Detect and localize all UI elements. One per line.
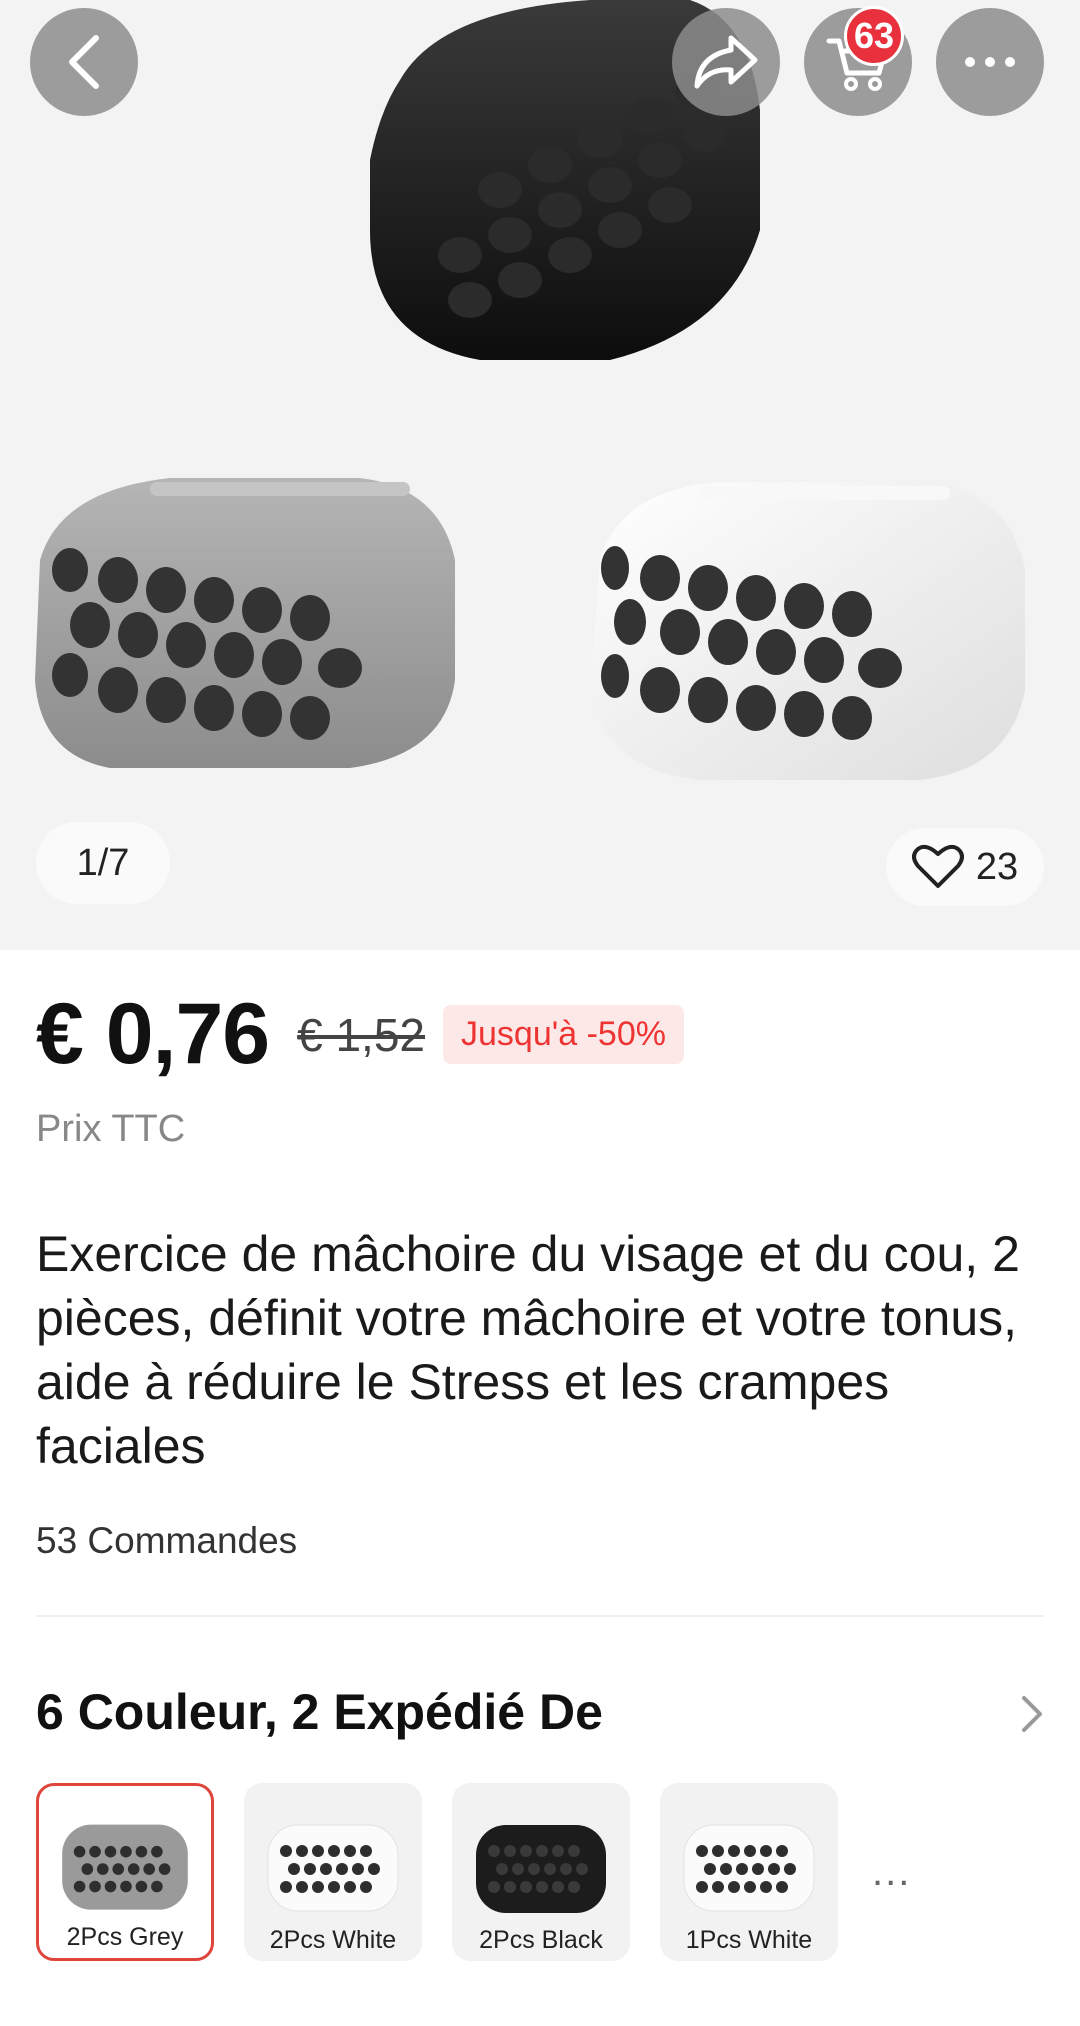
- product-image-gallery[interactable]: 63 1/7 23: [0, 0, 1080, 950]
- product-title: Exercice de mâchoire du visage et du cou…: [36, 1226, 1020, 1474]
- white-jaw-exerciser: [590, 482, 1025, 780]
- current-price: € 0,76: [36, 986, 270, 1082]
- wishlist-button[interactable]: 23: [886, 828, 1044, 906]
- heart-icon: [911, 844, 964, 888]
- likes-count: 23: [975, 845, 1019, 888]
- discount-badge: Jusqu'à -50%: [443, 1005, 684, 1064]
- share-icon: [694, 35, 758, 89]
- price-row: € 0,76 € 1,52 Jusqu'à -50%: [36, 985, 684, 1084]
- variant-option-grey[interactable]: 2Pcs Grey: [36, 1783, 214, 1961]
- variants-heading[interactable]: 6 Couleur, 2 Expédié De: [36, 1683, 603, 1741]
- original-price: € 1,52: [297, 1008, 426, 1061]
- variant-label: 2Pcs Black: [479, 1926, 603, 1954]
- variant-option-white-single[interactable]: 1Pcs White: [660, 1783, 838, 1961]
- more-variants[interactable]: ...: [872, 1850, 911, 1895]
- cart-button[interactable]: 63: [804, 6, 912, 116]
- tax-note: Prix TTC: [36, 1108, 186, 1150]
- image-counter: 1/7: [36, 822, 170, 904]
- variant-options: 2Pcs Grey 2Pcs White 2Pcs Black 1Pcs Whi…: [36, 1783, 911, 1961]
- chevron-right-icon[interactable]: [1018, 1692, 1048, 1736]
- more-icon: [965, 57, 1015, 67]
- back-arrow-icon: [69, 35, 99, 89]
- divider: [36, 1615, 1044, 1617]
- variant-label: 2Pcs Grey: [66, 1923, 184, 1951]
- grey-jaw-exerciser: [35, 478, 455, 768]
- share-button[interactable]: [672, 8, 780, 116]
- more-button[interactable]: [936, 8, 1044, 116]
- back-button[interactable]: [30, 8, 138, 116]
- variant-label: 2Pcs White: [269, 1926, 397, 1954]
- variant-option-white[interactable]: 2Pcs White: [244, 1783, 422, 1961]
- variant-option-black[interactable]: 2Pcs Black: [452, 1783, 630, 1961]
- orders-count: 53 Commandes: [36, 1520, 298, 1561]
- cart-count-badge: 63: [844, 6, 904, 66]
- product-image: [35, 0, 1025, 780]
- variant-label: 1Pcs White: [685, 1926, 813, 1954]
